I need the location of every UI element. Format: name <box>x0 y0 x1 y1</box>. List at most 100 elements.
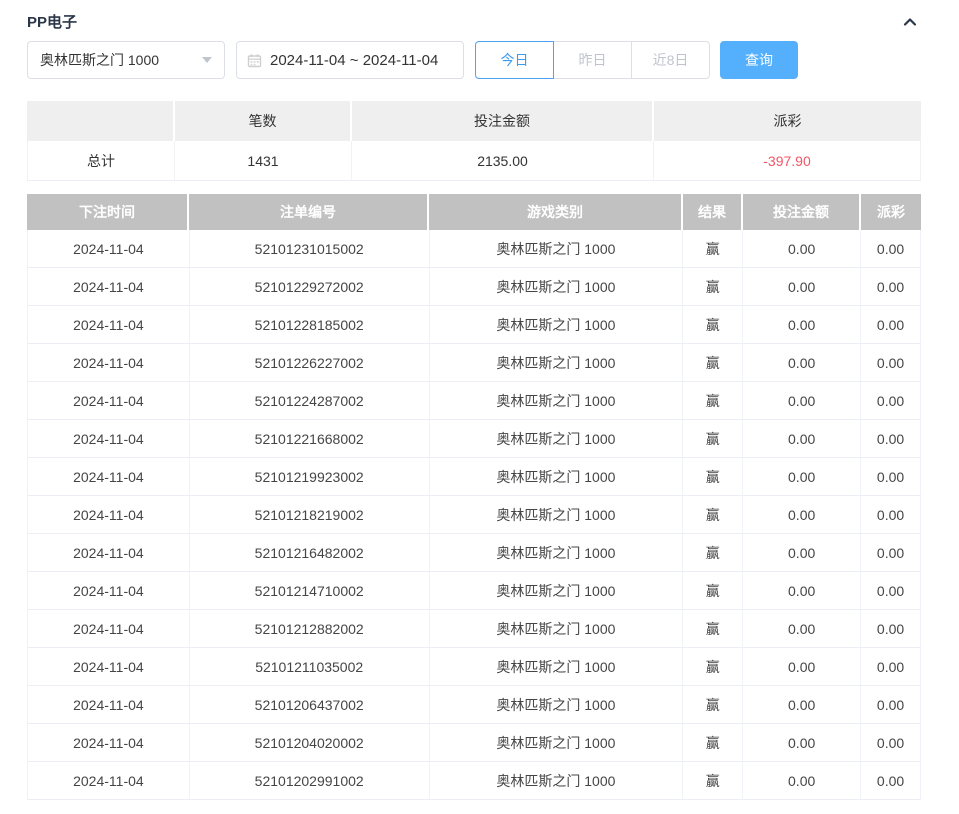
today-button[interactable]: 今日 <box>475 41 554 79</box>
result-cell: 赢 <box>683 458 743 496</box>
game-type-cell: 奥林匹斯之门 1000 <box>430 382 684 420</box>
result-cell: 赢 <box>683 648 743 686</box>
bet-amount-cell: 0.00 <box>743 610 861 648</box>
result-cell: 赢 <box>683 496 743 534</box>
calendar-icon <box>247 53 262 68</box>
header-game-type: 游戏类别 <box>429 194 683 230</box>
collapse-button[interactable] <box>899 11 921 33</box>
payout-cell: 0.00 <box>861 572 921 610</box>
table-row: 2024-11-0452101218219002奥林匹斯之门 1000赢0.00… <box>27 496 921 534</box>
bet-time-cell: 2024-11-04 <box>28 534 190 572</box>
bet-time-cell: 2024-11-04 <box>28 724 190 762</box>
payout-cell: 0.00 <box>861 610 921 648</box>
bet-time-cell: 2024-11-04 <box>28 458 190 496</box>
payout-cell: 0.00 <box>861 496 921 534</box>
bet-time-cell: 2024-11-04 <box>28 686 190 724</box>
result-cell: 赢 <box>683 686 743 724</box>
pp-electronic-panel: PP电子 奥林匹斯之门 1000 2024-11-04 ~ <box>0 0 959 814</box>
bet-amount-cell: 0.00 <box>743 762 861 800</box>
bet-time-cell: 2024-11-04 <box>28 268 190 306</box>
payout-cell: 0.00 <box>861 762 921 800</box>
date-range-value: 2024-11-04 ~ 2024-11-04 <box>270 52 438 69</box>
result-cell: 赢 <box>683 610 743 648</box>
table-row: 2024-11-0452101202991002奥林匹斯之门 1000赢0.00… <box>27 762 921 800</box>
last-8-days-button[interactable]: 近8日 <box>631 41 710 79</box>
bet-id-cell: 52101224287002 <box>190 382 430 420</box>
header-payout: 派彩 <box>861 194 921 230</box>
game-select[interactable]: 奥林匹斯之门 1000 <box>27 41 225 79</box>
game-type-cell: 奥林匹斯之门 1000 <box>430 572 684 610</box>
date-range-input[interactable]: 2024-11-04 ~ 2024-11-04 <box>236 41 464 79</box>
table-row: 2024-11-0452101204020002奥林匹斯之门 1000赢0.00… <box>27 724 921 762</box>
table-row: 2024-11-0452101214710002奥林匹斯之门 1000赢0.00… <box>27 572 921 610</box>
payout-cell: 0.00 <box>861 382 921 420</box>
result-cell: 赢 <box>683 230 743 268</box>
bet-amount-cell: 0.00 <box>743 724 861 762</box>
summary-header-payout: 派彩 <box>654 101 921 141</box>
bet-amount-cell: 0.00 <box>743 686 861 724</box>
summary-table: 笔数 投注金额 派彩 总计 1431 2135.00 -397.90 <box>27 101 921 181</box>
bet-time-cell: 2024-11-04 <box>28 610 190 648</box>
yesterday-button[interactable]: 昨日 <box>553 41 632 79</box>
table-row: 2024-11-0452101229272002奥林匹斯之门 1000赢0.00… <box>27 268 921 306</box>
game-type-cell: 奥林匹斯之门 1000 <box>430 268 684 306</box>
bet-amount-cell: 0.00 <box>743 496 861 534</box>
payout-cell: 0.00 <box>861 686 921 724</box>
game-type-cell: 奥林匹斯之门 1000 <box>430 420 684 458</box>
bet-id-cell: 52101216482002 <box>190 534 430 572</box>
quick-date-button-group: 今日 昨日 近8日 <box>475 41 710 79</box>
bet-time-cell: 2024-11-04 <box>28 344 190 382</box>
result-cell: 赢 <box>683 762 743 800</box>
summary-total-row: 总计 1431 2135.00 -397.90 <box>27 141 921 181</box>
result-cell: 赢 <box>683 420 743 458</box>
game-type-cell: 奥林匹斯之门 1000 <box>430 686 684 724</box>
chevron-down-icon <box>202 57 212 63</box>
bet-time-cell: 2024-11-04 <box>28 230 190 268</box>
result-cell: 赢 <box>683 344 743 382</box>
result-cell: 赢 <box>683 306 743 344</box>
header-bet-time: 下注时间 <box>27 194 189 230</box>
payout-cell: 0.00 <box>861 534 921 572</box>
table-row: 2024-11-0452101216482002奥林匹斯之门 1000赢0.00… <box>27 534 921 572</box>
game-type-cell: 奥林匹斯之门 1000 <box>430 724 684 762</box>
bet-id-cell: 52101219923002 <box>190 458 430 496</box>
result-cell: 赢 <box>683 382 743 420</box>
bet-id-cell: 52101204020002 <box>190 724 430 762</box>
summary-header-count: 笔数 <box>175 101 352 141</box>
table-row: 2024-11-0452101211035002奥林匹斯之门 1000赢0.00… <box>27 648 921 686</box>
bet-amount-cell: 0.00 <box>743 648 861 686</box>
bet-amount-cell: 0.00 <box>743 382 861 420</box>
table-row: 2024-11-0452101224287002奥林匹斯之门 1000赢0.00… <box>27 382 921 420</box>
table-row: 2024-11-0452101221668002奥林匹斯之门 1000赢0.00… <box>27 420 921 458</box>
bet-amount-cell: 0.00 <box>743 572 861 610</box>
bet-id-cell: 52101228185002 <box>190 306 430 344</box>
bet-id-cell: 52101211035002 <box>190 648 430 686</box>
bet-id-cell: 52101229272002 <box>190 268 430 306</box>
payout-cell: 0.00 <box>861 230 921 268</box>
summary-header-empty <box>27 101 175 141</box>
game-type-cell: 奥林匹斯之门 1000 <box>430 344 684 382</box>
bet-table-header-row: 下注时间 注单编号 游戏类别 结果 投注金额 派彩 <box>27 194 921 230</box>
bet-id-cell: 52101212882002 <box>190 610 430 648</box>
query-button[interactable]: 查询 <box>720 41 798 79</box>
bet-amount-cell: 0.00 <box>743 306 861 344</box>
bet-time-cell: 2024-11-04 <box>28 306 190 344</box>
page-title: PP电子 <box>27 11 77 32</box>
bet-amount-cell: 0.00 <box>743 344 861 382</box>
header-result: 结果 <box>683 194 743 230</box>
panel-header: PP电子 <box>27 0 921 32</box>
game-type-cell: 奥林匹斯之门 1000 <box>430 648 684 686</box>
result-cell: 赢 <box>683 572 743 610</box>
game-type-cell: 奥林匹斯之门 1000 <box>430 306 684 344</box>
game-type-cell: 奥林匹斯之门 1000 <box>430 230 684 268</box>
bet-id-cell: 52101221668002 <box>190 420 430 458</box>
bet-time-cell: 2024-11-04 <box>28 648 190 686</box>
summary-header-row: 笔数 投注金额 派彩 <box>27 101 921 141</box>
table-row: 2024-11-0452101228185002奥林匹斯之门 1000赢0.00… <box>27 306 921 344</box>
header-bet-id: 注单编号 <box>189 194 429 230</box>
bet-amount-cell: 0.00 <box>743 420 861 458</box>
header-bet-amount: 投注金额 <box>743 194 861 230</box>
result-cell: 赢 <box>683 268 743 306</box>
bet-time-cell: 2024-11-04 <box>28 420 190 458</box>
payout-cell: 0.00 <box>861 420 921 458</box>
